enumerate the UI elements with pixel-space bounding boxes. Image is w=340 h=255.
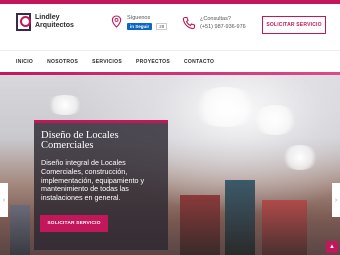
clothing-rack (180, 195, 220, 255)
hero-description: Diseño integral de Locales Comerciales, … (41, 158, 145, 203)
chevron-left-icon: ‹ (2, 196, 6, 204)
top-accent-bar (0, 0, 340, 4)
social-block: Síguenos in Seguir 28 (111, 15, 168, 30)
nav-item-servicios[interactable]: SERVICIOS (92, 59, 122, 65)
hero-slider: Diseño de Locales Comerciales Diseño int… (0, 75, 340, 255)
scroll-to-top-button[interactable]: ▲ (326, 241, 338, 253)
hero-light (250, 105, 300, 135)
linkedin-follower-count: 28 (156, 23, 168, 30)
clothing-rack (262, 200, 307, 255)
consult-label: ¿Consultas? (200, 16, 231, 22)
request-service-button[interactable]: SOLICITAR SERVICIO (262, 16, 326, 34)
clothing-rack (10, 205, 30, 255)
hero-request-service-button[interactable]: SOLICITAR SERVICIO (40, 215, 108, 232)
hero-caption-panel: Diseño de Locales Comerciales Diseño int… (34, 120, 168, 250)
logo-subname: Arquitectos (35, 22, 74, 29)
phone-number[interactable]: (+51) 987-936-976 (200, 24, 246, 30)
follow-label: Síguenos (127, 15, 151, 21)
hero-light (45, 95, 85, 115)
nav-item-proyectos[interactable]: PROYECTOS (136, 59, 170, 65)
nav-item-nosotros[interactable]: NOSOTROS (47, 59, 78, 65)
map-pin-icon (111, 15, 122, 28)
clothing-rack (225, 180, 255, 255)
logo[interactable]: Lindley Arquitectos (16, 13, 74, 31)
linkedin-follow-button[interactable]: in Seguir (127, 23, 153, 30)
chevron-up-icon: ▲ (329, 244, 335, 250)
chevron-right-icon: › (334, 196, 338, 204)
logo-name: Lindley (35, 14, 60, 21)
contact-block: ¿Consultas? (+51) 987-936-976 (182, 16, 246, 30)
phone-icon (182, 16, 196, 30)
logo-icon (16, 13, 31, 31)
slider-next-button[interactable]: › (332, 183, 340, 217)
nav-item-inicio[interactable]: INICIO (16, 59, 33, 65)
slider-prev-button[interactable]: ‹ (0, 183, 8, 217)
nav-item-contacto[interactable]: CONTACTO (184, 59, 214, 65)
main-nav: INICIO NOSOTROS SERVICIOS PROYECTOS CONT… (0, 50, 340, 72)
hero-light (280, 145, 320, 170)
hero-title: Diseño de Locales Comerciales (41, 130, 119, 151)
